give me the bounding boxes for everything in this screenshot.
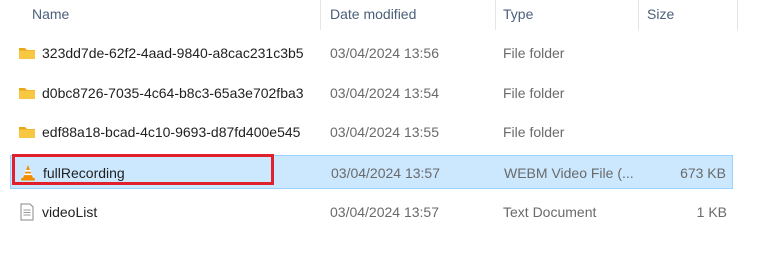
folder-icon — [18, 84, 36, 102]
file-date-modified: 03/04/2024 13:55 — [330, 124, 439, 140]
file-name: videoList — [42, 204, 98, 220]
text-document-icon — [18, 203, 36, 221]
file-date-modified: 03/04/2024 13:56 — [330, 45, 439, 61]
file-name: d0bc8726-7035-4c64-b8c3-65a3e702fba3 — [42, 85, 304, 101]
file-name: 323dd7de-62f2-4aad-9840-a8cac231c3b5 — [42, 45, 304, 61]
file-row[interactable]: 323dd7de-62f2-4aad-9840-a8cac231c3b5 03/… — [10, 36, 733, 70]
column-divider[interactable] — [638, 0, 639, 30]
column-divider[interactable] — [495, 0, 496, 30]
file-date-modified: 03/04/2024 13:57 — [331, 165, 440, 181]
column-divider[interactable] — [737, 0, 738, 30]
sort-indicator-icon: ^ — [168, 0, 173, 5]
file-row[interactable]: videoList 03/04/2024 13:57 Text Document… — [10, 195, 733, 229]
column-header-size[interactable]: Size — [647, 0, 674, 30]
file-name: edf88a18-bcad-4c10-9693-d87fd400e545 — [42, 124, 301, 140]
annotation-highlight-box — [12, 154, 274, 185]
file-type: File folder — [503, 124, 565, 140]
file-type: WEBM Video File (... — [504, 165, 634, 181]
file-date-modified: 03/04/2024 13:57 — [330, 204, 439, 220]
file-size: 1 KB — [696, 204, 727, 220]
file-date-modified: 03/04/2024 13:54 — [330, 85, 439, 101]
file-row[interactable]: d0bc8726-7035-4c64-b8c3-65a3e702fba3 03/… — [10, 76, 733, 110]
column-header-type[interactable]: Type — [503, 0, 533, 30]
column-header-bar: Name ^ Date modified Type Size — [0, 0, 768, 30]
column-header-name[interactable]: Name — [32, 0, 69, 30]
file-type: File folder — [503, 85, 565, 101]
column-divider[interactable] — [320, 0, 321, 30]
folder-icon — [18, 44, 36, 62]
folder-icon — [18, 123, 36, 141]
file-type: Text Document — [503, 204, 597, 220]
column-header-date-modified[interactable]: Date modified — [330, 0, 416, 30]
file-row[interactable]: edf88a18-bcad-4c10-9693-d87fd400e545 03/… — [10, 115, 733, 149]
file-size: 673 KB — [680, 165, 726, 181]
file-type: File folder — [503, 45, 565, 61]
